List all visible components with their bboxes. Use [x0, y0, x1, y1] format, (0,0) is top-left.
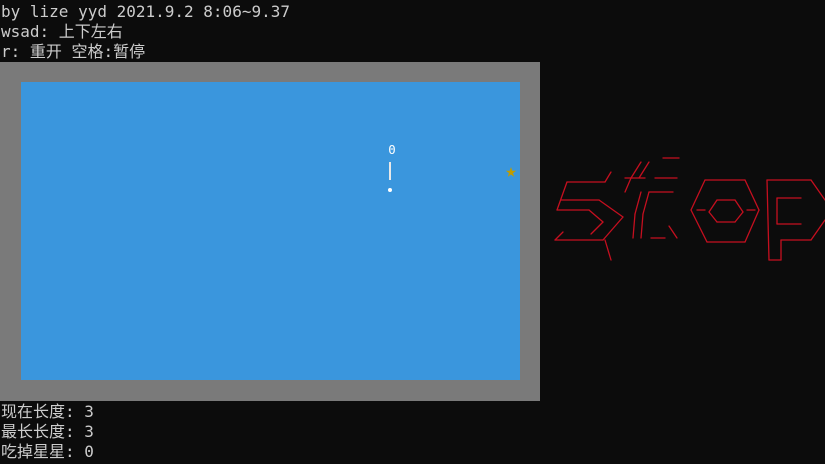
credit-line: by lize yyd 2021.9.2 8:06~9.37	[1, 2, 290, 21]
stars-eaten-stat: 吃掉星星: 0	[1, 442, 94, 461]
restart-pause-hint: r: 重开 空格:暂停	[1, 42, 146, 61]
snake-body	[389, 162, 391, 180]
stop-status-art	[554, 157, 825, 261]
max-length-stat: 最长长度: 3	[1, 422, 94, 441]
stop-letter-p	[766, 179, 825, 261]
current-length-stat: 现在长度: 3	[1, 402, 94, 421]
star-icon: ★	[505, 160, 517, 182]
snake-tail	[388, 188, 392, 192]
snake-head: Θ	[388, 143, 396, 157]
console-window: by lize yyd 2021.9.2 8:06~9.37 wsad: 上下左…	[0, 0, 825, 464]
game-board	[21, 82, 520, 380]
stop-letter-o	[690, 179, 760, 243]
stop-letter-s	[554, 171, 624, 261]
stop-letter-t	[624, 157, 680, 239]
move-controls-hint: wsad: 上下左右	[1, 22, 123, 41]
